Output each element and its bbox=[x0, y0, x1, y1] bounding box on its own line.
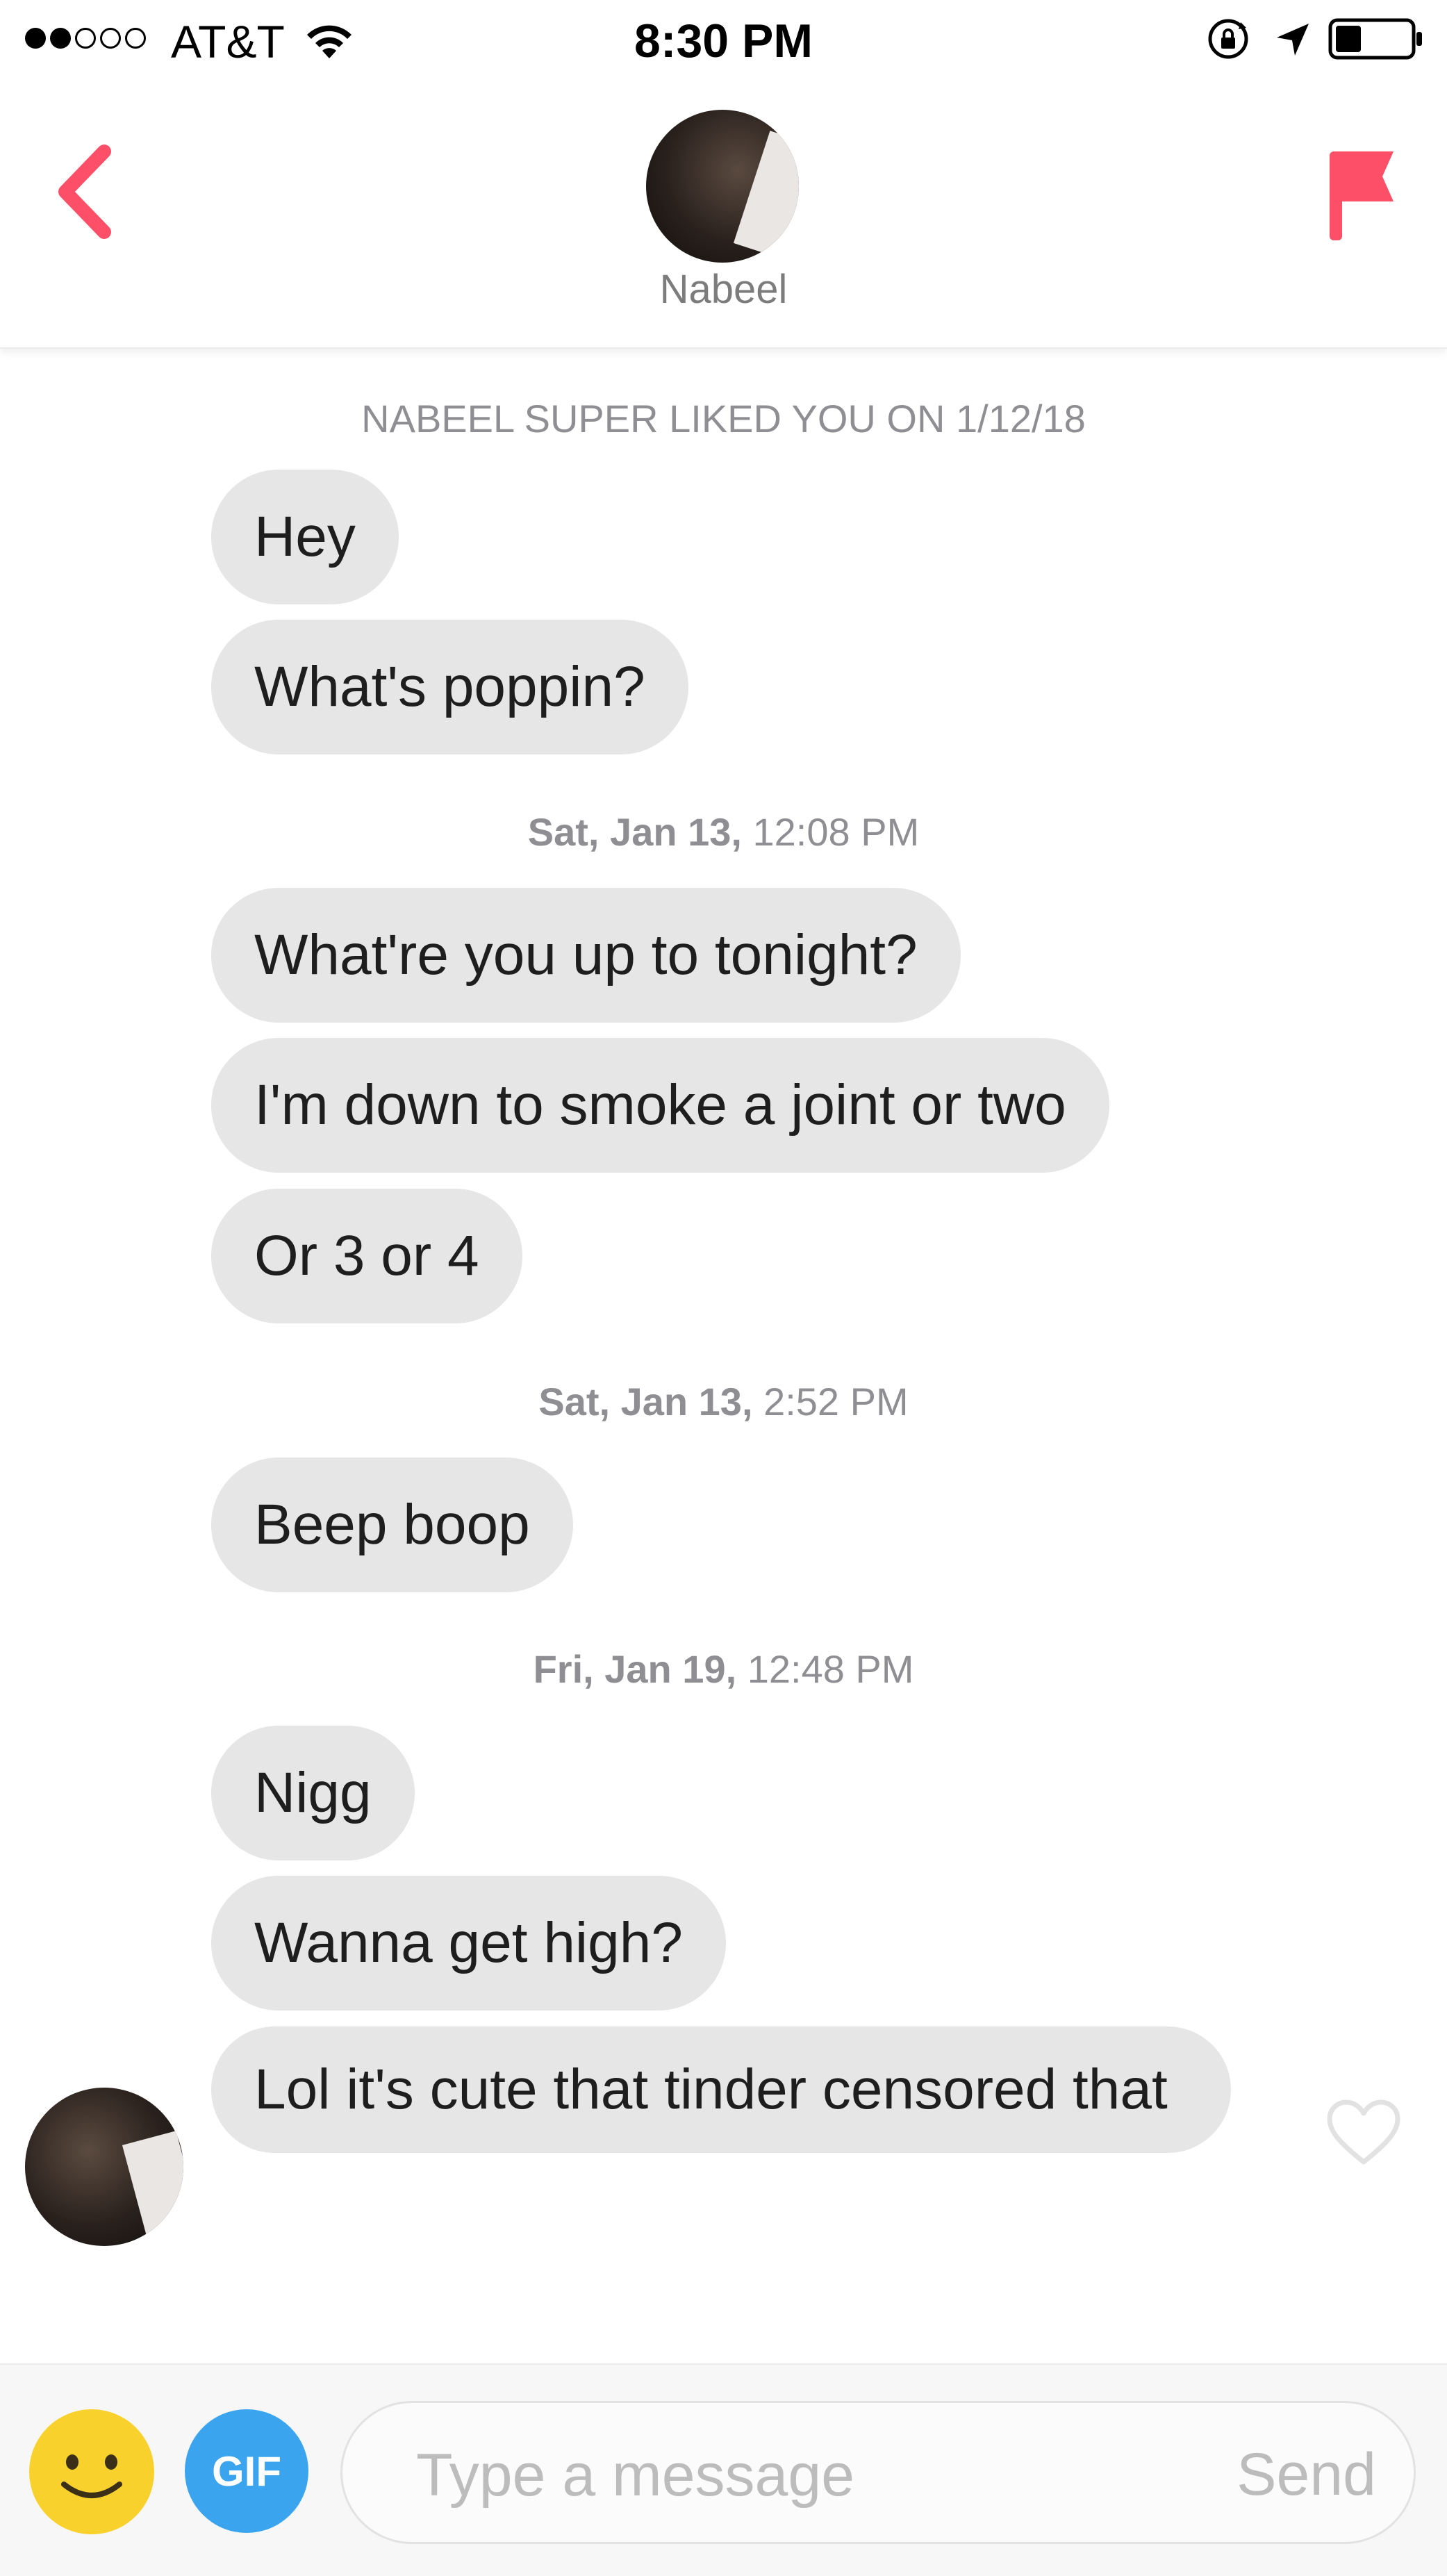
timestamp-divider: Sat, Jan 13, 12:08 PM bbox=[0, 809, 1447, 855]
heart-outline-icon[interactable] bbox=[1325, 2098, 1402, 2168]
message-bubble[interactable]: What're you up to tonight? bbox=[211, 888, 961, 1023]
timestamp-time: 2:52 PM bbox=[763, 1380, 909, 1423]
emoji-button[interactable] bbox=[29, 2409, 154, 2534]
battery-icon bbox=[1328, 18, 1422, 60]
message-bubble[interactable]: I'm down to smoke a joint or two bbox=[211, 1038, 1109, 1173]
timestamp-date: Sat, Jan 13, bbox=[538, 1380, 753, 1423]
timestamp-divider: Fri, Jan 19, 12:48 PM bbox=[0, 1646, 1447, 1692]
message-bubble[interactable]: Or 3 or 4 bbox=[211, 1189, 522, 1323]
timestamp-date: Fri, Jan 19, bbox=[533, 1647, 737, 1691]
message-bubble[interactable]: What's poppin? bbox=[211, 620, 688, 754]
smiley-icon bbox=[61, 2454, 122, 2498]
location-arrow-icon bbox=[1277, 24, 1309, 56]
message-bubble[interactable]: Beep boop bbox=[211, 1458, 573, 1592]
message-field-container: Send bbox=[340, 2401, 1416, 2544]
super-like-notice: NABEEL SUPER LIKED YOU ON 1/12/18 bbox=[361, 397, 1086, 440]
gif-button[interactable]: GIF bbox=[185, 2409, 308, 2533]
timestamp-date: Sat, Jan 13, bbox=[527, 810, 742, 854]
timestamp-time: 12:48 PM bbox=[747, 1647, 914, 1691]
flag-icon[interactable] bbox=[1327, 146, 1396, 243]
message-composer: GIF Send bbox=[0, 2363, 1447, 2576]
message-bubble[interactable]: Lol it's cute that tinder censored that bbox=[211, 2026, 1231, 2153]
timestamp-divider: Sat, Jan 13, 2:52 PM bbox=[0, 1379, 1447, 1425]
avatar[interactable] bbox=[25, 2088, 183, 2246]
chevron-left-icon[interactable] bbox=[50, 143, 119, 240]
send-button[interactable]: Send bbox=[1237, 2434, 1376, 2516]
message-bubble[interactable]: Hey bbox=[211, 470, 399, 604]
status-bar: AT&T 8:30 PM bbox=[0, 0, 1447, 82]
message-bubble[interactable]: Wanna get high? bbox=[211, 1876, 726, 2011]
rotation-lock-icon bbox=[1208, 19, 1248, 59]
avatar[interactable] bbox=[646, 110, 799, 263]
timestamp-time: 12:08 PM bbox=[752, 810, 920, 854]
message-bubble[interactable]: Nigg bbox=[211, 1726, 415, 1860]
message-input[interactable] bbox=[415, 2431, 1147, 2520]
chat-header: Nabeel bbox=[0, 82, 1447, 349]
match-name[interactable]: Nabeel bbox=[0, 265, 1447, 314]
